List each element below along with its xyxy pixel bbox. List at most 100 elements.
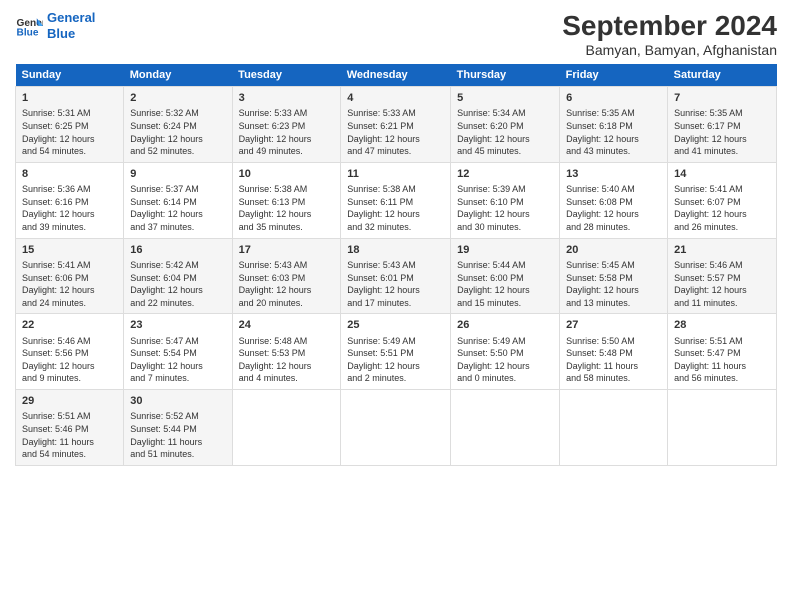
day-content: Sunrise: 5:41 AM Sunset: 6:07 PM Dayligh… (674, 183, 770, 233)
title-block: September 2024 Bamyan, Bamyan, Afghanist… (562, 10, 777, 58)
day-content: Sunrise: 5:38 AM Sunset: 6:13 PM Dayligh… (239, 183, 335, 233)
col-thursday: Thursday (451, 64, 560, 87)
col-wednesday: Wednesday (341, 64, 451, 87)
table-row: 24 Sunrise: 5:48 AM Sunset: 5:53 PM Dayli… (232, 314, 341, 390)
table-row: 18Sunrise: 5:43 AM Sunset: 6:01 PM Dayli… (341, 238, 451, 314)
day-content: Sunrise: 5:48 AM Sunset: 5:53 PM Dayligh… (239, 335, 335, 385)
table-row: 27Sunrise: 5:50 AM Sunset: 5:48 PM Dayli… (560, 314, 668, 390)
table-row: 25Sunrise: 5:49 AM Sunset: 5:51 PM Dayli… (341, 314, 451, 390)
day-number: 22 (22, 318, 117, 333)
logo-text: General Blue (47, 10, 95, 41)
day-number: 13 (566, 167, 661, 182)
table-row: 29Sunrise: 5:51 AM Sunset: 5:46 PM Dayli… (16, 390, 124, 466)
day-number: 11 (347, 167, 444, 182)
day-content: Sunrise: 5:33 AM Sunset: 6:21 PM Dayligh… (347, 107, 444, 157)
calendar-week-row: 1Sunrise: 5:31 AM Sunset: 6:25 PM Daylig… (16, 87, 777, 163)
day-number: 15 (22, 243, 117, 258)
table-row: 5Sunrise: 5:34 AM Sunset: 6:20 PM Daylig… (451, 87, 560, 163)
table-row: 4Sunrise: 5:33 AM Sunset: 6:21 PM Daylig… (341, 87, 451, 163)
calendar-week-row: 22 Sunrise: 5:46 AM Sunset: 5:56 PM Dayli… (16, 314, 777, 390)
day-content: Sunrise: 5:50 AM Sunset: 5:48 PM Dayligh… (566, 335, 661, 385)
day-content: Sunrise: 5:31 AM Sunset: 6:25 PM Dayligh… (22, 107, 117, 157)
logo-icon: General Blue (15, 12, 43, 40)
day-content: Sunrise: 5:36 AM Sunset: 6:16 PM Dayligh… (22, 183, 117, 233)
table-row: 16Sunrise: 5:42 AM Sunset: 6:04 PM Dayli… (124, 238, 232, 314)
table-row: 6Sunrise: 5:35 AM Sunset: 6:18 PM Daylig… (560, 87, 668, 163)
col-saturday: Saturday (668, 64, 777, 87)
day-content: Sunrise: 5:46 AM Sunset: 5:56 PM Dayligh… (22, 335, 117, 385)
day-number: 6 (566, 91, 661, 106)
calendar-week-row: 8Sunrise: 5:36 AM Sunset: 6:16 PM Daylig… (16, 162, 777, 238)
table-row (341, 390, 451, 466)
day-content: Sunrise: 5:35 AM Sunset: 6:17 PM Dayligh… (674, 107, 770, 157)
day-number: 14 (674, 167, 770, 182)
day-number: 21 (674, 243, 770, 258)
table-row: 7Sunrise: 5:35 AM Sunset: 6:17 PM Daylig… (668, 87, 777, 163)
day-number: 2 (130, 91, 225, 106)
table-row: 11Sunrise: 5:38 AM Sunset: 6:11 PM Dayli… (341, 162, 451, 238)
table-row: 28 Sunrise: 5:51 AM Sunset: 5:47 PM Dayli… (668, 314, 777, 390)
day-content: Sunrise: 5:33 AM Sunset: 6:23 PM Dayligh… (239, 107, 335, 157)
day-number: 26 (457, 318, 553, 333)
day-number: 24 (239, 318, 335, 333)
day-content: Sunrise: 5:35 AM Sunset: 6:18 PM Dayligh… (566, 107, 661, 157)
day-content: Sunrise: 5:46 AM Sunset: 5:57 PM Dayligh… (674, 259, 770, 309)
table-row: 23Sunrise: 5:47 AM Sunset: 5:54 PM Dayli… (124, 314, 232, 390)
col-friday: Friday (560, 64, 668, 87)
day-number: 20 (566, 243, 661, 258)
logo: General Blue General Blue (15, 10, 95, 41)
table-row: 14Sunrise: 5:41 AM Sunset: 6:07 PM Dayli… (668, 162, 777, 238)
table-row: 26Sunrise: 5:49 AM Sunset: 5:50 PM Dayli… (451, 314, 560, 390)
day-number: 4 (347, 91, 444, 106)
day-number: 16 (130, 243, 225, 258)
table-row (232, 390, 341, 466)
day-number: 7 (674, 91, 770, 106)
table-row: 30Sunrise: 5:52 AM Sunset: 5:44 PM Dayli… (124, 390, 232, 466)
day-content: Sunrise: 5:32 AM Sunset: 6:24 PM Dayligh… (130, 107, 225, 157)
day-number: 23 (130, 318, 225, 333)
day-content: Sunrise: 5:52 AM Sunset: 5:44 PM Dayligh… (130, 410, 225, 460)
day-number: 5 (457, 91, 553, 106)
table-row: 19Sunrise: 5:44 AM Sunset: 6:00 PM Dayli… (451, 238, 560, 314)
day-number: 18 (347, 243, 444, 258)
table-row: 1Sunrise: 5:31 AM Sunset: 6:25 PM Daylig… (16, 87, 124, 163)
table-row (560, 390, 668, 466)
day-content: Sunrise: 5:34 AM Sunset: 6:20 PM Dayligh… (457, 107, 553, 157)
day-content: Sunrise: 5:43 AM Sunset: 6:01 PM Dayligh… (347, 259, 444, 309)
day-number: 29 (22, 394, 117, 409)
location: Bamyan, Bamyan, Afghanistan (562, 42, 777, 58)
day-number: 28 (674, 318, 770, 333)
day-content: Sunrise: 5:41 AM Sunset: 6:06 PM Dayligh… (22, 259, 117, 309)
day-content: Sunrise: 5:39 AM Sunset: 6:10 PM Dayligh… (457, 183, 553, 233)
day-content: Sunrise: 5:51 AM Sunset: 5:47 PM Dayligh… (674, 335, 770, 385)
calendar-week-row: 29Sunrise: 5:51 AM Sunset: 5:46 PM Dayli… (16, 390, 777, 466)
col-monday: Monday (124, 64, 232, 87)
table-row: 22 Sunrise: 5:46 AM Sunset: 5:56 PM Dayli… (16, 314, 124, 390)
main-container: General Blue General Blue September 2024… (0, 0, 792, 476)
svg-text:Blue: Blue (17, 27, 39, 38)
table-row: 2Sunrise: 5:32 AM Sunset: 6:24 PM Daylig… (124, 87, 232, 163)
table-row: 17Sunrise: 5:43 AM Sunset: 6:03 PM Dayli… (232, 238, 341, 314)
day-content: Sunrise: 5:42 AM Sunset: 6:04 PM Dayligh… (130, 259, 225, 309)
table-row: 10Sunrise: 5:38 AM Sunset: 6:13 PM Dayli… (232, 162, 341, 238)
day-content: Sunrise: 5:37 AM Sunset: 6:14 PM Dayligh… (130, 183, 225, 233)
day-number: 17 (239, 243, 335, 258)
day-number: 1 (22, 91, 117, 106)
table-row: 9Sunrise: 5:37 AM Sunset: 6:14 PM Daylig… (124, 162, 232, 238)
col-sunday: Sunday (16, 64, 124, 87)
month-title: September 2024 (562, 10, 777, 42)
table-row: 15Sunrise: 5:41 AM Sunset: 6:06 PM Dayli… (16, 238, 124, 314)
day-number: 9 (130, 167, 225, 182)
day-content: Sunrise: 5:45 AM Sunset: 5:58 PM Dayligh… (566, 259, 661, 309)
day-number: 25 (347, 318, 444, 333)
day-number: 3 (239, 91, 335, 106)
day-number: 8 (22, 167, 117, 182)
day-content: Sunrise: 5:38 AM Sunset: 6:11 PM Dayligh… (347, 183, 444, 233)
calendar-header-row: Sunday Monday Tuesday Wednesday Thursday… (16, 64, 777, 87)
day-number: 10 (239, 167, 335, 182)
calendar-week-row: 15Sunrise: 5:41 AM Sunset: 6:06 PM Dayli… (16, 238, 777, 314)
table-row (451, 390, 560, 466)
table-row: 21Sunrise: 5:46 AM Sunset: 5:57 PM Dayli… (668, 238, 777, 314)
calendar-table: Sunday Monday Tuesday Wednesday Thursday… (15, 64, 777, 466)
table-row: 20Sunrise: 5:45 AM Sunset: 5:58 PM Dayli… (560, 238, 668, 314)
